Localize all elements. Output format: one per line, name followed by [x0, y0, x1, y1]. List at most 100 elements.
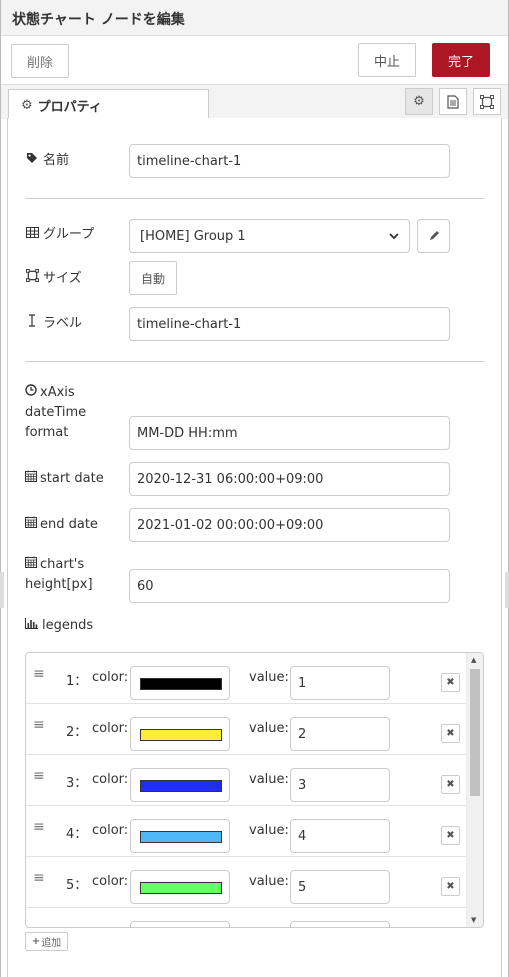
legend-value-label: value:	[249, 874, 289, 889]
legend-value-input[interactable]: 5	[290, 870, 390, 904]
legend-color-picker-partial[interactable]	[130, 921, 230, 927]
legend-row-number: 2：	[66, 725, 88, 740]
drag-handle-icon[interactable]: ≡	[33, 871, 46, 885]
legend-color-label: color:	[92, 874, 129, 889]
label-input[interactable]: timeline-chart-1	[129, 307, 450, 341]
cancel-button[interactable]: 中止	[358, 43, 416, 77]
color-swatch	[140, 882, 222, 894]
resize-handle-left[interactable]	[0, 572, 4, 608]
xaxis-label-line-3: format	[25, 425, 69, 440]
name-label-text: 名前	[43, 153, 70, 168]
legend-color-picker[interactable]	[130, 717, 230, 751]
drag-handle-icon[interactable]: ≡	[33, 769, 46, 783]
close-icon: ✖	[446, 677, 455, 688]
size-label-text: サイズ	[43, 271, 82, 286]
panel-left-edge	[0, 0, 1, 977]
scroll-down-arrow-icon[interactable]: ▼	[471, 916, 476, 924]
start-date-input[interactable]: 2020-12-31 06:00:00+09:00	[129, 462, 450, 496]
legend-value-label: value:	[249, 721, 289, 736]
remove-row-button[interactable]: ✖	[441, 673, 460, 692]
calendar-icon	[25, 554, 37, 574]
description-icon	[447, 94, 459, 109]
drag-handle-icon[interactable]: ≡	[33, 718, 46, 732]
size-label: サイズ	[25, 268, 82, 289]
tab-properties-label: プロパティ	[37, 99, 102, 115]
scroll-up-arrow-icon[interactable]: ▲	[471, 656, 476, 664]
legend-color-label: color:	[92, 823, 129, 838]
legend-row-number: 5：	[66, 878, 88, 893]
legend-color-picker[interactable]	[130, 870, 230, 904]
remove-row-button[interactable]: ✖	[441, 826, 460, 845]
edit-group-button[interactable]	[417, 219, 450, 253]
name-input[interactable]: timeline-chart-1	[129, 144, 450, 178]
legend-row-number: 3：	[66, 776, 88, 791]
legend-value-input[interactable]: 3	[290, 768, 390, 802]
plus-icon: +	[31, 936, 41, 947]
legend-value-input[interactable]: 1	[290, 666, 390, 700]
group-label-text: グループ	[43, 227, 95, 242]
text-cursor-icon	[25, 313, 39, 333]
dialog-title: 状態チャート ノードを編集	[12, 12, 185, 28]
legend-value-label: value:	[249, 670, 289, 685]
color-swatch	[140, 831, 222, 843]
xaxis-format-input[interactable]: MM-DD HH:mm	[129, 416, 450, 450]
bar-chart-icon	[25, 615, 38, 635]
chart-height-label: chart's height[px]	[25, 554, 93, 595]
tab-node-settings[interactable]: ⚙	[405, 88, 433, 115]
dialog-title-bar: 状態チャート ノードを編集	[1, 0, 508, 36]
appearance-icon	[480, 94, 494, 109]
chart-height-label-line-1: chart's	[40, 557, 85, 572]
end-date-input[interactable]: 2021-01-02 00:00:00+09:00	[129, 508, 450, 542]
drag-handle-icon[interactable]: ≡	[33, 667, 46, 681]
divider	[25, 361, 484, 362]
list-item: ≡ 3： color: value: 3 ✖	[26, 755, 467, 806]
tab-description[interactable]	[439, 88, 467, 115]
size-icon	[25, 268, 39, 288]
clock-icon	[25, 382, 37, 402]
xaxis-label-line-1: xAxis	[40, 385, 75, 400]
add-legend-label: 追加	[41, 938, 62, 949]
color-swatch	[140, 729, 222, 741]
group-select-value: [HOME] Group 1	[140, 228, 246, 244]
scrollbar-thumb[interactable]	[470, 669, 480, 796]
tab-properties[interactable]: ⚙ プロパティ	[8, 89, 209, 121]
remove-row-button[interactable]: ✖	[441, 775, 460, 794]
close-icon: ✖	[446, 881, 455, 892]
legends-label: legends	[25, 615, 93, 636]
end-date-label: end date	[25, 514, 98, 535]
delete-button[interactable]: 削除	[11, 44, 69, 78]
table-icon	[25, 224, 39, 244]
group-select[interactable]: [HOME] Group 1	[129, 219, 410, 253]
name-label: 名前	[25, 150, 69, 171]
end-date-label-text: end date	[40, 517, 98, 532]
size-auto-button[interactable]: 自動	[129, 261, 177, 295]
legend-color-picker[interactable]	[130, 666, 230, 700]
done-button[interactable]: 完了	[432, 43, 490, 77]
legend-value-input[interactable]: 4	[290, 819, 390, 853]
start-date-label: start date	[25, 468, 104, 489]
tab-appearance[interactable]	[473, 88, 501, 115]
remove-row-button[interactable]: ✖	[441, 724, 460, 743]
list-item: ≡ 2： color: value: 2 ✖	[26, 704, 467, 755]
legend-list-scrollbar[interactable]: ▲ ▼	[466, 653, 483, 927]
add-legend-button[interactable]: + 追加	[25, 932, 68, 951]
legend-value-input[interactable]: 2	[290, 717, 390, 751]
group-label: グループ	[25, 224, 94, 245]
tag-icon	[25, 150, 39, 170]
legend-color-label: color:	[92, 670, 129, 685]
resize-handle-right[interactable]	[505, 572, 509, 608]
drag-handle-icon[interactable]: ≡	[33, 820, 46, 834]
xaxis-label-line-2: dateTime	[25, 405, 87, 420]
chart-height-input[interactable]: 60	[129, 569, 450, 603]
list-item: ≡ 1： color: value: 1 ✖	[26, 653, 467, 704]
legend-color-picker[interactable]	[130, 819, 230, 853]
legend-value-input-partial[interactable]	[290, 921, 390, 927]
legend-color-picker[interactable]	[130, 768, 230, 802]
label-label-text: ラベル	[43, 316, 83, 331]
list-item: ≡ 5： color: value: 5 ✖	[26, 857, 467, 908]
legend-color-label: color:	[92, 772, 129, 787]
divider	[25, 198, 484, 199]
legend-row-number: 1：	[66, 674, 88, 689]
remove-row-button[interactable]: ✖	[441, 877, 460, 896]
gear-icon: ⚙	[21, 97, 33, 113]
